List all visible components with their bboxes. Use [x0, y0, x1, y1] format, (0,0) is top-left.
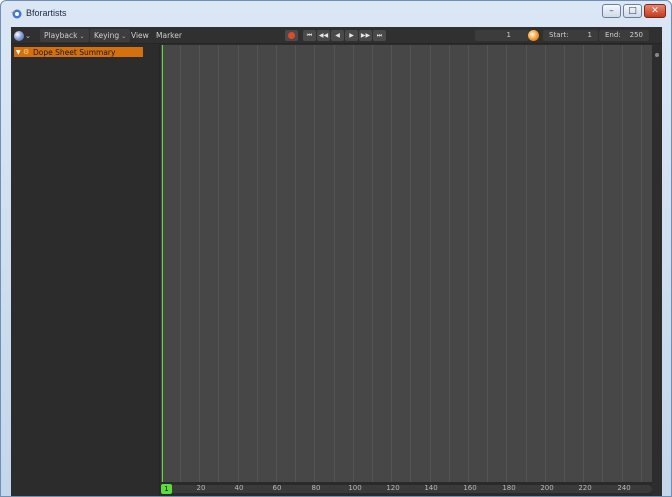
menu-keying[interactable]: Keying ⌄ — [90, 29, 131, 42]
ruler-tick: 100 — [348, 484, 362, 492]
ruler-tick: 80 — [311, 484, 321, 492]
current-frame-indicator[interactable]: 1 — [161, 484, 172, 494]
grid-line — [641, 45, 642, 482]
ruler-tick: 180 — [502, 484, 516, 492]
grid-line — [430, 45, 431, 482]
close-icon: ✕ — [651, 6, 659, 16]
jump-start-icon: ⏮ — [306, 31, 313, 39]
region-edge[interactable] — [652, 45, 662, 496]
jump-start-button[interactable]: ⏮ — [303, 30, 316, 41]
grid-line — [295, 45, 296, 482]
grid-line — [334, 45, 335, 482]
ruler-tick: 20 — [196, 484, 206, 492]
title-bar[interactable]: Bforartists – □ ✕ — [1, 1, 671, 25]
grid-line — [314, 45, 315, 482]
grid-line — [372, 45, 373, 482]
app-window: Bforartists – □ ✕ ⌄ Playback ⌄ Keying ⌄ Vi… — [0, 0, 672, 497]
grid-line — [353, 45, 354, 482]
play-reverse-button[interactable]: ◀ — [331, 30, 344, 41]
summary-icon: ⚙ — [23, 48, 30, 56]
grid-line — [583, 45, 584, 482]
grid-line — [276, 45, 277, 482]
end-frame-value: 250 — [629, 31, 643, 39]
play-reverse-icon: ◀ — [335, 32, 340, 39]
ruler-tick: 160 — [463, 484, 477, 492]
grid-line — [257, 45, 258, 482]
grid-line — [218, 45, 219, 482]
chevron-down-icon: ⌄ — [79, 33, 85, 40]
grid-line — [180, 45, 181, 482]
minimize-button[interactable]: – — [602, 4, 621, 18]
dopesheet-summary-label: Dope Sheet Summary — [33, 47, 116, 57]
ruler-tick: 140 — [424, 484, 438, 492]
jump-end-icon: ⏭ — [376, 31, 383, 39]
current-frame-value: 1 — [506, 31, 511, 39]
play-icon: ▶ — [349, 32, 354, 39]
grid-line — [545, 45, 546, 482]
grid-line — [199, 45, 200, 482]
grid-line — [602, 45, 603, 482]
region-handle-icon — [655, 53, 659, 57]
grid-line — [468, 45, 469, 482]
ruler-tick: 240 — [617, 484, 631, 492]
maximize-icon: □ — [628, 6, 637, 16]
grid-line — [410, 45, 411, 482]
grid-line — [487, 45, 488, 482]
dopesheet-editor-icon — [14, 30, 24, 41]
grid-line — [449, 45, 450, 482]
channel-region[interactable]: ▼ ⚙ Dope Sheet Summary — [11, 45, 160, 496]
frame-ruler[interactable]: 1 20 40 60 80 100 120 140 160 180 200 22… — [161, 482, 652, 496]
editor-header: ⌄ Playback ⌄ Keying ⌄ View Marker ⏮ ◀◀ ◀ ▶… — [11, 27, 662, 44]
window-controls: – □ ✕ — [602, 4, 666, 18]
end-frame-label: End: — [605, 31, 621, 39]
record-button[interactable] — [285, 30, 298, 41]
jump-end-button[interactable]: ⏭ — [373, 30, 386, 41]
grid-line — [564, 45, 565, 482]
dopesheet-summary-channel[interactable]: ▼ ⚙ Dope Sheet Summary — [14, 47, 143, 57]
menu-playback[interactable]: Playback ⌄ — [40, 29, 89, 42]
ruler-tick: 60 — [272, 484, 282, 492]
preview-range-icon[interactable] — [528, 30, 539, 41]
current-frame-field[interactable]: 1 — [475, 30, 529, 41]
end-frame-field[interactable]: End: 250 — [599, 30, 649, 41]
close-button[interactable]: ✕ — [644, 4, 666, 18]
expand-triangle-icon[interactable]: ▼ — [16, 49, 23, 56]
chevron-down-icon: ⌄ — [25, 31, 31, 40]
jump-next-key-button[interactable]: ▶▶ — [359, 30, 372, 41]
chevron-down-icon: ⌄ — [121, 33, 127, 40]
jump-prev-key-button[interactable]: ◀◀ — [317, 30, 330, 41]
menu-view[interactable]: View — [127, 29, 153, 42]
dopesheet-editor: ⌄ Playback ⌄ Keying ⌄ View Marker ⏮ ◀◀ ◀ ▶… — [11, 27, 662, 496]
ruler-tick: 200 — [540, 484, 554, 492]
maximize-button[interactable]: □ — [623, 4, 642, 18]
window-title: Bforartists — [26, 8, 67, 18]
menu-marker[interactable]: Marker — [152, 29, 186, 42]
menu-keying-label: Keying — [94, 31, 120, 40]
start-frame-value: 1 — [587, 31, 592, 39]
ruler-tick: 120 — [386, 484, 400, 492]
editor-type-selector[interactable]: ⌄ — [14, 29, 36, 42]
play-button[interactable]: ▶ — [345, 30, 358, 41]
menu-playback-label: Playback — [44, 31, 78, 40]
jump-next-key-icon: ▶▶ — [360, 32, 371, 39]
grid-line — [526, 45, 527, 482]
playhead[interactable] — [162, 45, 163, 496]
start-frame-label: Start: — [549, 31, 569, 39]
grid-line — [391, 45, 392, 482]
grid-line — [238, 45, 239, 482]
ruler-tick: 220 — [578, 484, 592, 492]
keyframe-region[interactable]: 1 20 40 60 80 100 120 140 160 180 200 22… — [161, 45, 662, 496]
record-icon — [288, 32, 295, 39]
grid-line — [622, 45, 623, 482]
playback-controls: ⏮ ◀◀ ◀ ▶ ▶▶ ⏭ — [285, 30, 386, 41]
bforartists-logo-icon — [11, 9, 22, 19]
ruler-tick: 40 — [234, 484, 244, 492]
start-frame-field[interactable]: Start: 1 — [543, 30, 598, 41]
minimize-icon: – — [609, 6, 614, 16]
jump-prev-key-icon: ◀◀ — [318, 32, 329, 39]
grid-line — [506, 45, 507, 482]
